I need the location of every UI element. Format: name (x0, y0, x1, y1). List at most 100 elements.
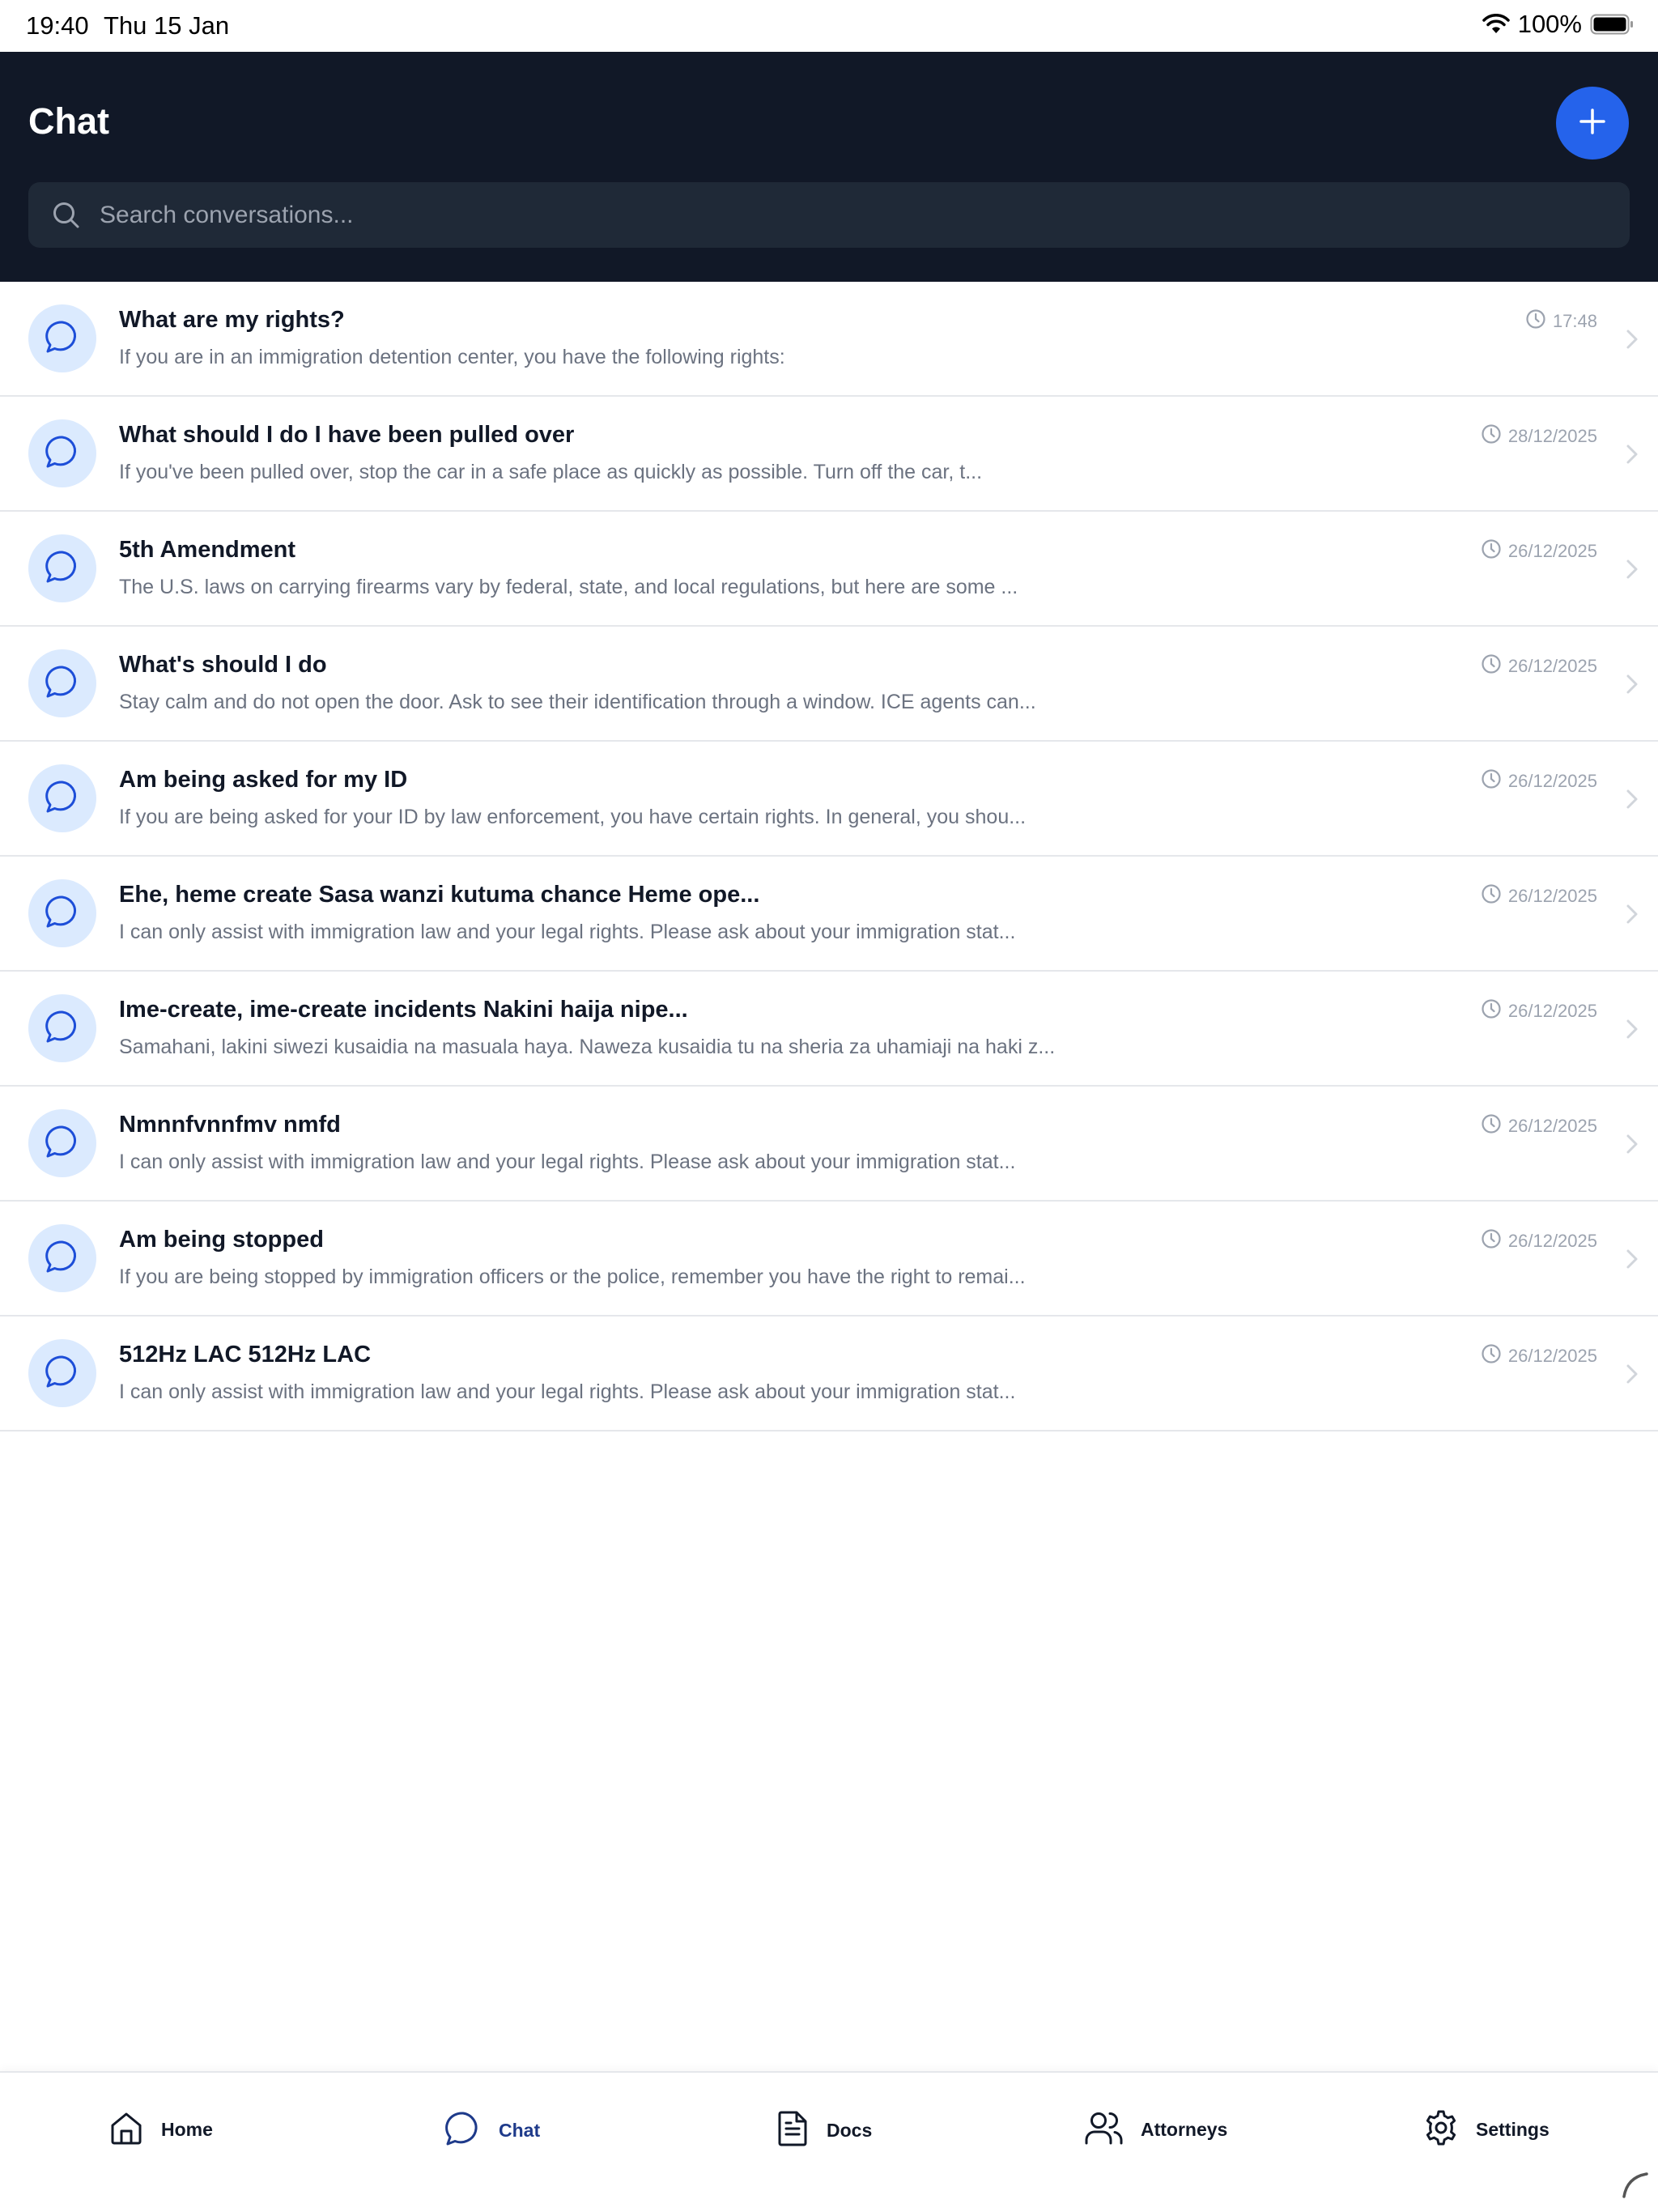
chat-bubble-icon (444, 2109, 483, 2152)
resize-grip-icon (1621, 2171, 1650, 2204)
tab-label-chat: Chat (499, 2120, 541, 2141)
conversation-preview: If you are in an immigration detention c… (119, 346, 785, 368)
chat-bubble-icon (43, 892, 82, 935)
tab-label-home: Home (161, 2119, 213, 2140)
timestamp-text: 26/12/2025 (1507, 1116, 1597, 1136)
timestamp-text: 26/12/2025 (1507, 1231, 1597, 1251)
conversation-avatar (28, 994, 96, 1062)
chevron-right-icon (1624, 1362, 1640, 1390)
conversation-row[interactable]: Nmnnfvnnfmv nmfd I can only assist with i… (0, 1087, 1658, 1202)
tab-attorneys[interactable]: Attorneys (1084, 2109, 1227, 2150)
status-time: 19:40 (26, 11, 89, 40)
conversation-timestamp: 26/12/2025 (1481, 1228, 1597, 1254)
chat-bubble-icon (43, 432, 82, 475)
conversation-preview: Samahani, lakini siwezi kusaidia na masu… (119, 1036, 1056, 1058)
conversation-preview: If you've been pulled over, stop the car… (119, 461, 983, 483)
clock-icon (1481, 1113, 1502, 1139)
tab-chat[interactable]: Chat (444, 2109, 540, 2152)
home-icon (108, 2109, 145, 2150)
conversation-title: What are my rights? (119, 307, 345, 333)
conversation-preview: I can only assist with immigration law a… (119, 921, 1016, 943)
timestamp-text: 26/12/2025 (1507, 886, 1597, 906)
chat-bubble-icon (43, 1122, 82, 1165)
conversation-avatar (28, 304, 96, 372)
conversation-timestamp: 26/12/2025 (1481, 653, 1597, 679)
clock-icon (1481, 538, 1502, 564)
timestamp-text: 26/12/2025 (1507, 1346, 1597, 1366)
header: Chat (0, 52, 1658, 282)
conversation-row[interactable]: What's should I do Stay calm and do not o… (0, 627, 1658, 742)
conversation-preview: I can only assist with immigration law a… (119, 1151, 1016, 1173)
status-date: Thu 15 Jan (104, 11, 230, 40)
conversation-avatar (28, 419, 96, 487)
tab-docs[interactable]: Docs (775, 2109, 872, 2152)
tab-label-attorneys: Attorneys (1141, 2119, 1228, 2140)
search-input[interactable] (100, 182, 1605, 248)
conversation-preview: The U.S. laws on carrying firearms vary … (119, 576, 1018, 598)
conversation-row[interactable]: Am being asked for my ID If you are being… (0, 742, 1658, 857)
clock-icon (1525, 308, 1546, 334)
wifi-icon (1482, 14, 1510, 35)
search-box[interactable] (28, 182, 1630, 248)
conversation-row[interactable]: Ime-create, ime-create incidents Nakini … (0, 972, 1658, 1087)
clock-icon (1481, 423, 1502, 449)
battery-icon (1590, 14, 1634, 35)
chevron-right-icon (1624, 1017, 1640, 1045)
tab-label-settings: Settings (1476, 2119, 1550, 2140)
conversation-row[interactable]: Ehe, heme create Sasa wanzi kutuma chanc… (0, 857, 1658, 972)
chevron-right-icon (1624, 442, 1640, 470)
timestamp-text: 26/12/2025 (1507, 541, 1597, 561)
tab-home[interactable]: Home (108, 2109, 213, 2150)
chat-bubble-icon (43, 1007, 82, 1050)
clock-icon (1481, 1228, 1502, 1254)
conversation-title: Am being stopped (119, 1227, 324, 1253)
chat-bubble-icon (43, 317, 82, 360)
clock-icon (1481, 883, 1502, 909)
conversation-avatar (28, 1109, 96, 1177)
tab-settings[interactable]: Settings (1422, 2109, 1550, 2150)
clock-icon (1481, 998, 1502, 1024)
conversation-title: Ime-create, ime-create incidents Nakini … (119, 997, 688, 1023)
status-bar: 19:40 Thu 15 Jan 100% (0, 0, 1658, 52)
chat-bubble-icon (43, 1352, 82, 1395)
conversation-timestamp: 26/12/2025 (1481, 998, 1597, 1024)
conversation-timestamp: 26/12/2025 (1481, 1343, 1597, 1369)
conversation-timestamp: 26/12/2025 (1481, 538, 1597, 564)
conversation-timestamp: 26/12/2025 (1481, 768, 1597, 794)
timestamp-text: 28/12/2025 (1507, 426, 1597, 446)
conversation-avatar (28, 1224, 96, 1292)
page-title: Chat (28, 100, 109, 142)
conversation-row[interactable]: 512Hz LAC 512Hz LAC I can only assist wit… (0, 1317, 1658, 1431)
chevron-right-icon (1624, 327, 1640, 355)
conversation-title: What's should I do (119, 652, 327, 678)
search-icon (51, 200, 82, 235)
conversation-title: Nmnnfvnnfmv nmfd (119, 1112, 341, 1138)
conversation-row[interactable]: What are my rights? If you are in an immi… (0, 282, 1658, 397)
conversation-preview: I can only assist with immigration law a… (119, 1380, 1016, 1403)
timestamp-text: 26/12/2025 (1507, 1001, 1597, 1021)
chat-bubble-icon (43, 662, 82, 705)
document-icon (775, 2109, 810, 2152)
conversation-preview: Stay calm and do not open the door. Ask … (119, 691, 1036, 713)
conversation-timestamp: 26/12/2025 (1481, 1113, 1597, 1139)
conversation-title: Am being asked for my ID (119, 767, 408, 793)
chevron-right-icon (1624, 1247, 1640, 1275)
clock-icon (1481, 1343, 1502, 1369)
chevron-right-icon (1624, 1132, 1640, 1160)
conversation-row[interactable]: Am being stopped If you are being stopped… (0, 1202, 1658, 1317)
chevron-right-icon (1624, 557, 1640, 585)
conversation-row[interactable]: What should I do I have been pulled over… (0, 397, 1658, 512)
gear-icon (1422, 2109, 1460, 2150)
conversation-title: 512Hz LAC 512Hz LAC (119, 1342, 372, 1368)
timestamp-text: 17:48 (1552, 311, 1597, 331)
status-indicators: 100% (1482, 10, 1634, 39)
conversation-title: 5th Amendment (119, 537, 296, 563)
new-chat-button[interactable] (1556, 87, 1629, 160)
conversation-timestamp: 17:48 (1525, 308, 1597, 334)
conversation-avatar (28, 764, 96, 832)
battery-percentage: 100% (1517, 10, 1582, 38)
clock-icon (1481, 768, 1502, 794)
clock-icon (1481, 653, 1502, 679)
chevron-right-icon (1624, 902, 1640, 930)
conversation-row[interactable]: 5th Amendment The U.S. laws on carrying f… (0, 512, 1658, 627)
